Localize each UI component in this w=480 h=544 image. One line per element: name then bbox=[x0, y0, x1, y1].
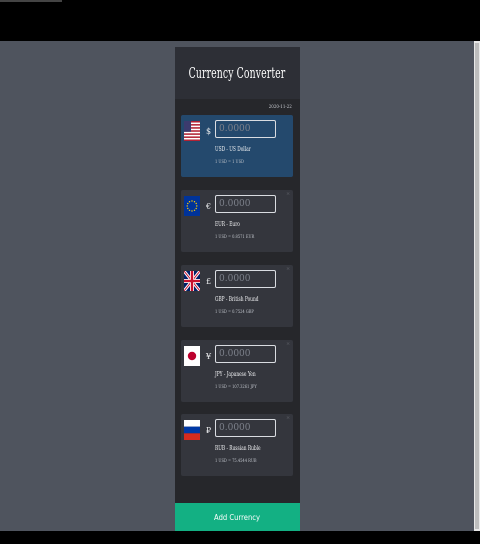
browser-top-bar bbox=[0, 0, 480, 41]
currency-symbol: ₽ bbox=[206, 426, 212, 435]
eu-flag-icon bbox=[184, 196, 200, 216]
amount-input-jpy[interactable] bbox=[215, 345, 276, 363]
amount-input-usd[interactable] bbox=[215, 120, 276, 138]
add-currency-label: Add Currency bbox=[214, 512, 261, 522]
currency-symbol: £ bbox=[206, 277, 212, 286]
japan-flag-icon bbox=[184, 346, 200, 366]
currency-symbol: $ bbox=[206, 127, 212, 136]
app-title: Currency Converter bbox=[189, 64, 286, 82]
app-header: Currency Converter bbox=[175, 47, 300, 99]
currency-card-jpy[interactable]: × ¥ JPY - Japanese Yen 1 USD = 107.3261 … bbox=[181, 340, 293, 402]
currency-name: EUR - Euro bbox=[215, 221, 240, 228]
close-icon[interactable]: × bbox=[286, 267, 290, 272]
uk-flag-icon bbox=[184, 271, 200, 291]
currency-converter-app: Currency Converter 2020-11-22 $ 0.0000 U… bbox=[175, 47, 300, 531]
page-scrollbar[interactable] bbox=[474, 41, 480, 531]
exchange-rate: 1 USD = 0.7524 GBP bbox=[215, 309, 254, 315]
currency-card-rub[interactable]: × ₽ RUB - Russian Ruble 1 USD = 75.4544 … bbox=[181, 414, 293, 476]
currency-card-usd[interactable]: $ USD - US Dollar 1 USD = 1 USD bbox=[181, 115, 293, 177]
currency-name: USD - US Dollar bbox=[215, 146, 251, 153]
currency-symbol: ¥ bbox=[206, 352, 212, 361]
amount-input-gbp[interactable] bbox=[215, 270, 276, 288]
exchange-rate: 1 USD = 107.3261 JPY bbox=[215, 384, 257, 390]
amount-input-eur[interactable] bbox=[215, 195, 276, 213]
exchange-rate: 1 USD = 1 USD bbox=[215, 159, 244, 165]
browser-tab-indicator bbox=[0, 0, 62, 2]
browser-bottom-bar bbox=[0, 531, 480, 544]
page-viewport: Currency Converter 2020-11-22 $ 0.0000 U… bbox=[0, 41, 474, 531]
currency-name: GBP - British Pound bbox=[215, 296, 259, 303]
currency-card-gbp[interactable]: × £ GBP - British Pound 1 USD = 0.7524 G… bbox=[181, 265, 293, 327]
exchange-rate: 1 USD = 75.4544 RUB bbox=[215, 458, 257, 464]
close-icon[interactable]: × bbox=[286, 416, 290, 421]
scrollbar-thumb[interactable] bbox=[475, 43, 479, 529]
currency-name: RUB - Russian Ruble bbox=[215, 445, 261, 452]
close-icon[interactable]: × bbox=[286, 342, 290, 347]
currency-symbol: € bbox=[206, 202, 212, 211]
currency-card-eur[interactable]: × € EUR - Euro 1 USD = 0.8571 EUR bbox=[181, 190, 293, 252]
currency-name: JPY - Japanese Yen bbox=[215, 371, 256, 378]
us-flag-icon bbox=[184, 121, 200, 141]
current-date: 2020-11-22 bbox=[268, 104, 292, 110]
amount-input-rub[interactable] bbox=[215, 419, 276, 437]
russia-flag-icon bbox=[184, 420, 200, 440]
exchange-rate: 1 USD = 0.8571 EUR bbox=[215, 234, 255, 240]
add-currency-button[interactable]: Add Currency bbox=[175, 503, 300, 531]
close-icon[interactable]: × bbox=[286, 192, 290, 197]
